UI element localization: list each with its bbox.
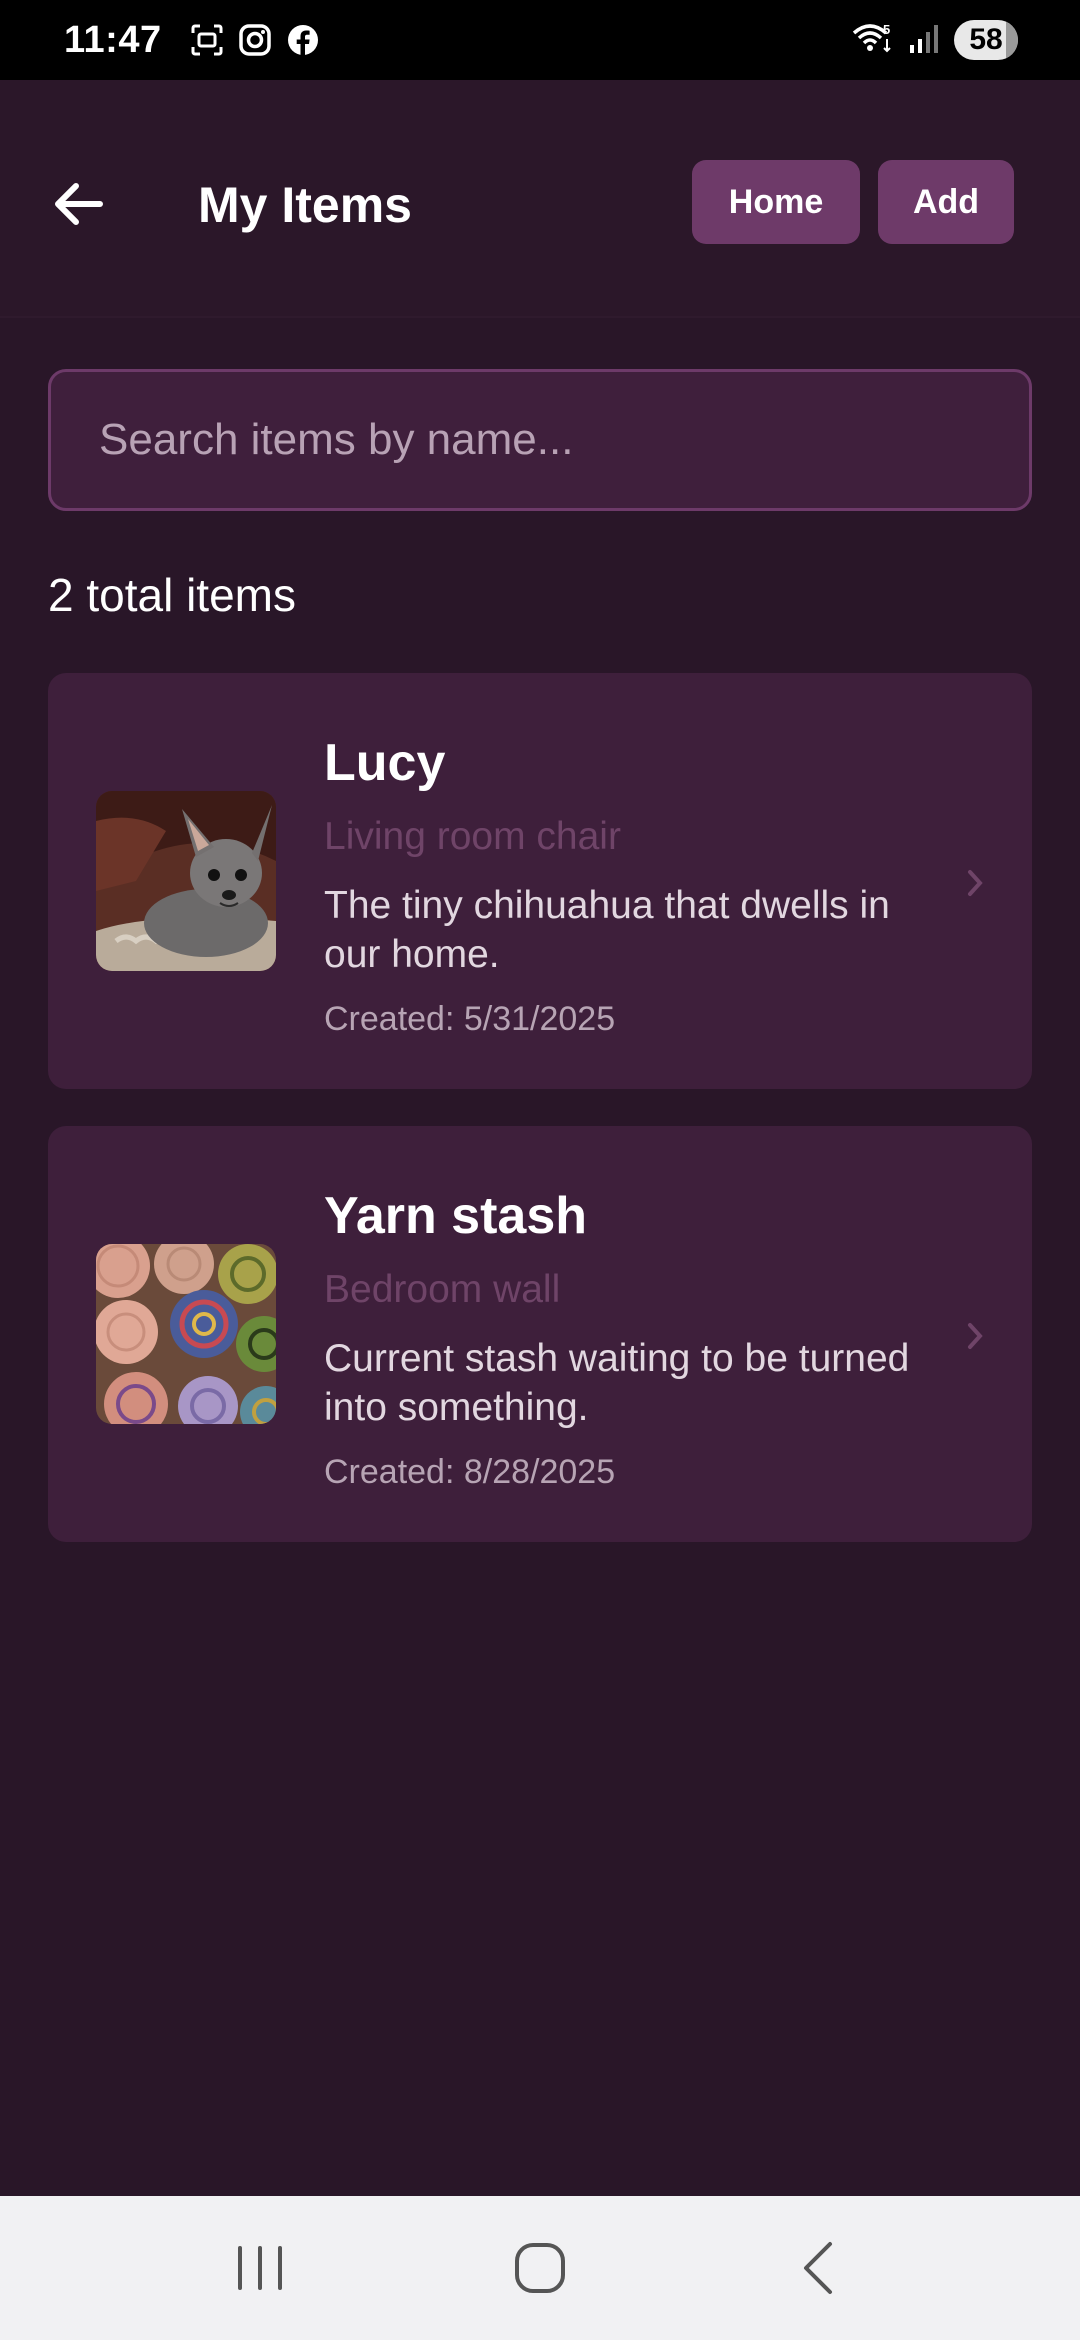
page-title: My Items bbox=[198, 177, 412, 233]
item-card[interactable]: Lucy Living room chair The tiny chihuahu… bbox=[48, 673, 1032, 1089]
arrow-left-icon bbox=[55, 183, 103, 225]
item-title: Lucy bbox=[324, 734, 446, 792]
item-thumbnail bbox=[96, 791, 276, 971]
item-location: Bedroom wall bbox=[324, 1268, 561, 1311]
status-bar: 11:47 5 58 bbox=[0, 0, 1080, 80]
screenshot-icon bbox=[190, 23, 224, 57]
system-nav-bar bbox=[0, 2196, 1080, 2340]
chevron-right-icon bbox=[960, 1316, 990, 1356]
wifi-icon: 5 bbox=[852, 21, 894, 60]
back-nav-button[interactable] bbox=[760, 2218, 880, 2318]
item-title: Yarn stash bbox=[324, 1187, 588, 1245]
recent-apps-icon bbox=[238, 2246, 282, 2290]
battery-indicator: 58 bbox=[954, 20, 1018, 60]
instagram-icon bbox=[238, 23, 272, 57]
back-chevron-icon bbox=[804, 2242, 832, 2294]
item-thumbnail bbox=[96, 1244, 276, 1424]
total-items-count: 2 total items bbox=[48, 569, 296, 621]
home-button[interactable]: Home bbox=[692, 160, 860, 244]
notification-icons bbox=[190, 23, 320, 57]
back-button[interactable] bbox=[46, 172, 110, 236]
item-card[interactable]: Yarn stash Bedroom wall Current stash wa… bbox=[48, 1126, 1032, 1542]
chihuahua-photo bbox=[96, 791, 276, 971]
yarn-photo bbox=[96, 1244, 276, 1424]
status-time: 11:47 bbox=[64, 18, 162, 61]
item-description: The tiny chihuahua that dwells in our ho… bbox=[324, 884, 890, 976]
svg-text:5: 5 bbox=[883, 22, 890, 37]
chevron-right-icon bbox=[960, 863, 990, 903]
item-created-date: Created: 5/31/2025 bbox=[324, 1000, 616, 1038]
recent-apps-button[interactable] bbox=[200, 2218, 320, 2318]
item-description: Current stash waiting to be turned into … bbox=[324, 1337, 910, 1429]
battery-level: 58 bbox=[969, 23, 1003, 56]
screen: 11:47 5 58 My Items Home Add Search item… bbox=[0, 0, 1080, 2340]
home-nav-button[interactable] bbox=[480, 2218, 600, 2318]
home-circle-icon bbox=[515, 2243, 565, 2293]
status-right: 5 58 bbox=[852, 20, 1018, 60]
item-location: Living room chair bbox=[324, 815, 621, 858]
add-button[interactable]: Add bbox=[878, 160, 1014, 244]
app-header: My Items Home Add bbox=[0, 80, 1080, 318]
item-created-date: Created: 8/28/2025 bbox=[324, 1453, 616, 1491]
facebook-icon bbox=[286, 23, 320, 57]
signal-icon bbox=[908, 21, 940, 60]
search-input[interactable] bbox=[48, 369, 1032, 511]
